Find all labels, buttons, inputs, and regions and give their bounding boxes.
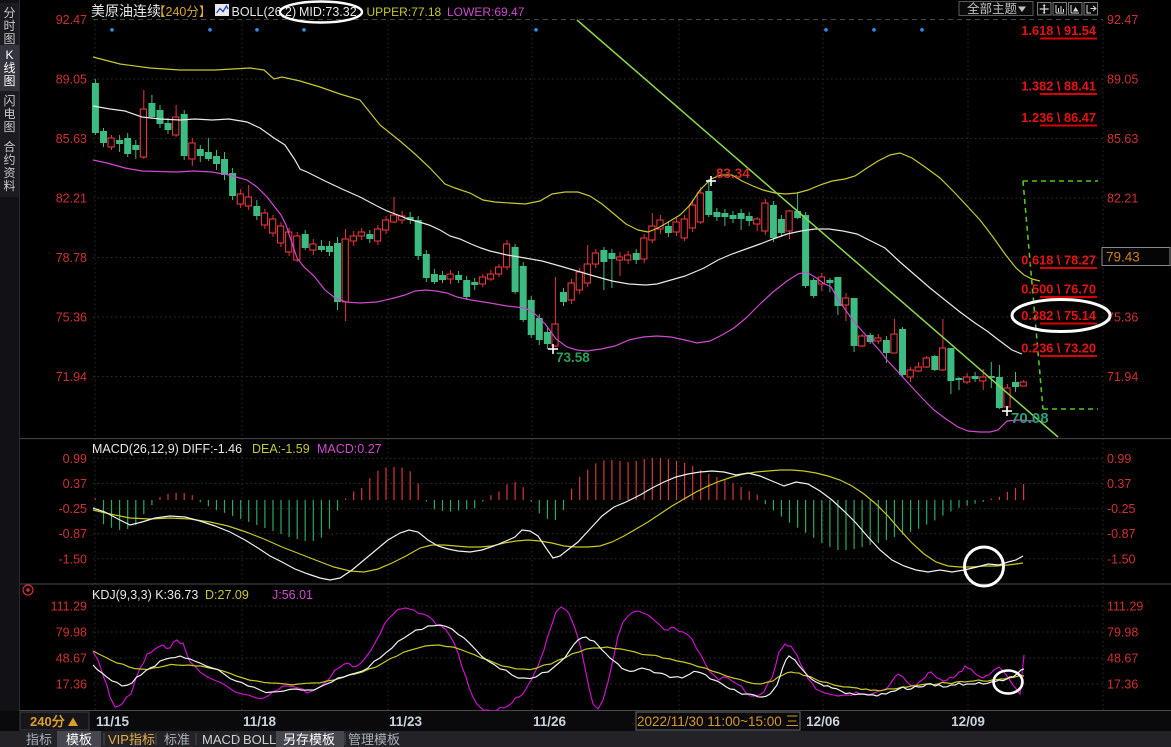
svg-text:MACD: MACD [202,732,240,747]
svg-text:12/09: 12/09 [951,714,985,729]
svg-text:92.47: 92.47 [56,13,87,27]
svg-text:1.382 \ 88.41: 1.382 \ 88.41 [1021,79,1096,94]
svg-text:0.618 \ 78.27: 0.618 \ 78.27 [1021,253,1096,268]
svg-text:电: 电 [3,107,15,121]
svg-text:17.36: 17.36 [56,678,87,692]
svg-text:0.37: 0.37 [1107,477,1131,491]
svg-text:82.21: 82.21 [1107,192,1138,206]
svg-text:图: 图 [3,120,15,134]
svg-text:MACD:0.27: MACD:0.27 [317,442,382,456]
svg-text:D:27.09: D:27.09 [205,588,249,602]
svg-text:0.382 \ 75.14: 0.382 \ 75.14 [1021,308,1097,323]
svg-text:料: 料 [3,179,15,193]
svg-text:另存模板: 另存模板 [283,732,335,747]
svg-text:BOLL: BOLL [243,732,276,747]
svg-text:模板: 模板 [66,732,92,747]
svg-text:分: 分 [3,6,15,20]
svg-text:-0.25: -0.25 [1107,502,1136,516]
svg-text:111.29: 111.29 [51,600,87,614]
svg-text:89.05: 89.05 [56,73,87,87]
svg-text:-0.25: -0.25 [59,502,88,516]
svg-text:92.47: 92.47 [1107,13,1138,27]
svg-text:管理模板: 管理模板 [348,732,400,747]
svg-text:-0.87: -0.87 [1107,527,1136,541]
svg-text:12/06: 12/06 [806,714,840,729]
svg-text:79.98: 79.98 [56,626,87,640]
svg-text:约: 约 [3,152,15,167]
svg-text:1.236 \ 86.47: 1.236 \ 86.47 [1021,110,1096,125]
svg-text:MID:73.32: MID:73.32 [299,5,357,19]
svg-text:89.05: 89.05 [1107,73,1138,87]
svg-text:79.98: 79.98 [1107,626,1138,640]
svg-text:111.29: 111.29 [1107,600,1143,614]
svg-text:71.94: 71.94 [56,370,87,384]
svg-text:78.78: 78.78 [56,251,87,265]
svg-text:线: 线 [3,61,15,75]
svg-text:全部主题: 全部主题 [967,1,1018,16]
svg-text:美原油连续: 美原油连续 [91,3,161,19]
svg-text:-1.50: -1.50 [59,552,88,566]
svg-text:【240分】: 【240分】 [153,5,211,19]
svg-text:0.99: 0.99 [1107,452,1131,466]
svg-text:MACD(26,12,9) DIFF:-1.46: MACD(26,12,9) DIFF:-1.46 [92,442,242,456]
svg-text:K: K [5,48,13,62]
svg-text:-0.87: -0.87 [59,527,88,541]
svg-text:图: 图 [3,32,15,46]
svg-text:UPPER:77.18: UPPER:77.18 [367,5,442,19]
svg-text:0.500 \ 76.70: 0.500 \ 76.70 [1021,282,1096,297]
svg-text:标准: 标准 [164,732,190,747]
svg-text:73.58: 73.58 [556,350,590,365]
svg-text:71.94: 71.94 [1107,370,1138,384]
svg-text:DEA:-1.59: DEA:-1.59 [252,442,310,456]
svg-text:指标: 指标 [26,732,52,747]
svg-text:11/23: 11/23 [389,714,423,729]
svg-text:LOWER:69.47: LOWER:69.47 [447,5,525,19]
svg-text:240分: 240分 [30,714,65,729]
svg-text:2022/11/30 11:00~15:00 三: 2022/11/30 11:00~15:00 三 [637,714,799,729]
svg-text:11/18: 11/18 [243,714,277,729]
svg-text:48.67: 48.67 [1107,652,1138,666]
svg-text:48.67: 48.67 [56,652,87,666]
svg-text:79.43: 79.43 [1106,250,1140,265]
svg-text:0.37: 0.37 [63,477,87,491]
svg-text:1.618 \ 91.54: 1.618 \ 91.54 [1021,23,1097,38]
svg-text:82.21: 82.21 [56,192,87,206]
svg-text:85.63: 85.63 [56,132,87,146]
svg-text:83.34: 83.34 [716,166,750,181]
svg-text:85.63: 85.63 [1107,132,1138,146]
svg-text:-1.50: -1.50 [1107,552,1136,566]
svg-text:11/26: 11/26 [533,714,567,729]
svg-text:KDJ(9,3,3) K:36.73: KDJ(9,3,3) K:36.73 [92,588,198,602]
svg-text:资: 资 [3,166,15,180]
svg-text:70.08: 70.08 [1011,410,1049,427]
svg-text:11/15: 11/15 [96,714,130,729]
svg-text:0.99: 0.99 [63,452,87,466]
svg-text:闪: 闪 [3,94,15,108]
svg-text:17.36: 17.36 [1107,678,1138,692]
svg-text:75.36: 75.36 [1107,311,1138,325]
svg-text:J:56.01: J:56.01 [272,588,313,602]
svg-text:合: 合 [3,139,15,154]
svg-text:图: 图 [3,74,15,88]
svg-text:0.236 \ 73.20: 0.236 \ 73.20 [1021,341,1096,356]
svg-text:时: 时 [3,19,15,33]
svg-text:VIP指标: VIP指标 [108,732,155,747]
svg-text:75.36: 75.36 [56,311,87,325]
